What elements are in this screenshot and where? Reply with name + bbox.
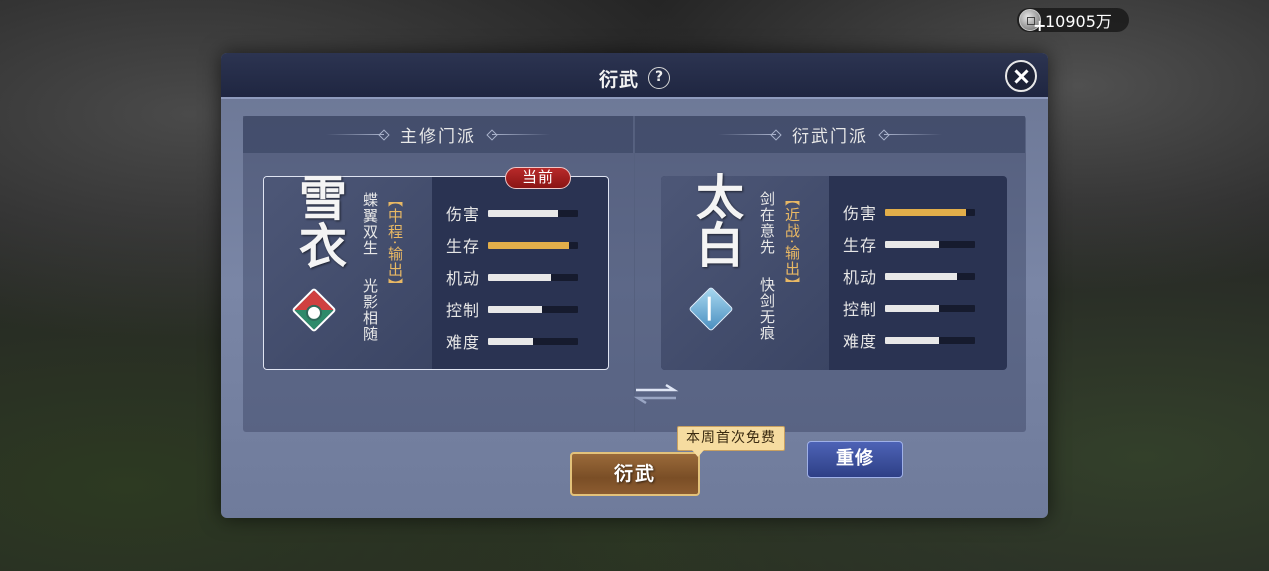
- current-badge: 当前: [505, 167, 571, 189]
- stat-bar: [488, 209, 578, 217]
- school-info: 雪衣 【中程·输出】 蝶翼双生 光影相随: [264, 173, 432, 369]
- xueyi-emblem-icon: [291, 287, 337, 333]
- stat-label: 机动: [843, 268, 878, 287]
- target-school-header-label: 衍武门派: [792, 127, 868, 147]
- stat-bar-fill: [488, 209, 559, 217]
- header-decoration-left: [326, 134, 384, 135]
- school-info: 太白 【近战·输出】 剑在意先 快剑无痕: [661, 172, 829, 370]
- dialog-title: 衍武: [599, 69, 640, 91]
- currency-amount: 10905万: [1045, 12, 1112, 31]
- school-stats: 伤害生存机动控制难度: [432, 177, 610, 369]
- header-decoration-right: [884, 134, 942, 135]
- school-role: 【中程·输出】: [386, 192, 404, 294]
- main-school-card[interactable]: 雪衣 【中程·输出】 蝶翼双生 光影相随 伤害生存机动控制难度 当前: [263, 167, 610, 370]
- school-role: 【近战·输出】: [783, 191, 801, 293]
- dialog-titlebar: 衍武 ?: [221, 53, 1048, 99]
- header-decoration-right: [492, 134, 550, 135]
- free-this-week-tag: 本周首次免费: [677, 426, 785, 457]
- stat-label: 控制: [843, 300, 878, 319]
- stat-bar: [885, 208, 975, 216]
- main-school-header-label: 主修门派: [400, 127, 476, 147]
- main-school-header: 主修门派: [243, 116, 633, 153]
- stat-row: 难度: [843, 324, 1007, 356]
- stat-bar: [488, 305, 578, 313]
- stat-row: 机动: [446, 261, 610, 293]
- stat-bar-fill: [885, 304, 939, 312]
- close-button[interactable]: [1005, 60, 1037, 92]
- school-stats: 伤害生存机动控制难度: [829, 176, 1007, 370]
- stat-bar: [488, 241, 578, 249]
- stat-bar: [488, 337, 578, 345]
- stat-label: 难度: [446, 333, 481, 352]
- swap-arrows-icon: [633, 383, 679, 405]
- stat-label: 生存: [843, 236, 878, 255]
- relearn-button[interactable]: 重修: [807, 441, 903, 478]
- stat-bar-fill: [885, 336, 939, 344]
- yanwu-confirm-button[interactable]: 衍武: [570, 452, 700, 496]
- target-school-card[interactable]: 太白 【近战·输出】 剑在意先 快剑无痕 伤害生存机动控制难度: [661, 172, 1007, 370]
- stat-row: 生存: [843, 228, 1007, 260]
- stat-row: 机动: [843, 260, 1007, 292]
- school-motto: 光影相随: [361, 278, 379, 342]
- school-motto: 快剑无痕: [758, 277, 776, 341]
- stat-label: 控制: [446, 301, 481, 320]
- taibai-emblem-icon: [688, 286, 734, 332]
- stat-bar-fill: [885, 208, 966, 216]
- add-currency-icon[interactable]: +: [1033, 16, 1046, 35]
- stat-label: 生存: [446, 237, 481, 256]
- header-decoration-left: [718, 134, 776, 135]
- stat-bar: [885, 272, 975, 280]
- stat-row: 伤害: [446, 197, 610, 229]
- stat-bar: [488, 273, 578, 281]
- stat-label: 机动: [446, 269, 481, 288]
- stat-bar-fill: [488, 273, 551, 281]
- stat-label: 难度: [843, 332, 878, 351]
- stat-label: 伤害: [446, 205, 481, 224]
- target-school-header: 衍武门派: [635, 116, 1025, 153]
- stat-bar: [885, 304, 975, 312]
- stat-row: 控制: [843, 292, 1007, 324]
- stat-row: 控制: [446, 293, 610, 325]
- stat-row: 难度: [446, 325, 610, 357]
- stat-bar-fill: [885, 240, 939, 248]
- stat-bar-fill: [885, 272, 957, 280]
- school-mottos: 快剑无痕: [757, 277, 778, 447]
- school-comparison-panel: 主修门派 衍武门派 雪衣 【中程·输出】 蝶翼双生 光影相随 伤害生存机动控制难…: [243, 116, 1026, 478]
- stat-bar-fill: [488, 337, 533, 345]
- school-name: 太白: [687, 172, 743, 268]
- stat-bar-fill: [488, 305, 542, 313]
- stat-row: 伤害: [843, 196, 1007, 228]
- stat-bar: [885, 240, 975, 248]
- stat-bar: [885, 336, 975, 344]
- school-mottos: 光影相随: [360, 278, 381, 448]
- stat-row: 生存: [446, 229, 610, 261]
- school-name: 雪衣: [290, 173, 346, 269]
- stat-bar-fill: [488, 241, 569, 249]
- stat-label: 伤害: [843, 204, 878, 223]
- help-icon[interactable]: ?: [648, 67, 670, 89]
- currency-display[interactable]: + 10905万: [1017, 8, 1129, 35]
- yanwu-dialog: 衍武 ? 主修门派 衍武门派 雪衣 【中程·输出】 蝶翼双生 光影相随 伤害 生…: [221, 53, 1048, 518]
